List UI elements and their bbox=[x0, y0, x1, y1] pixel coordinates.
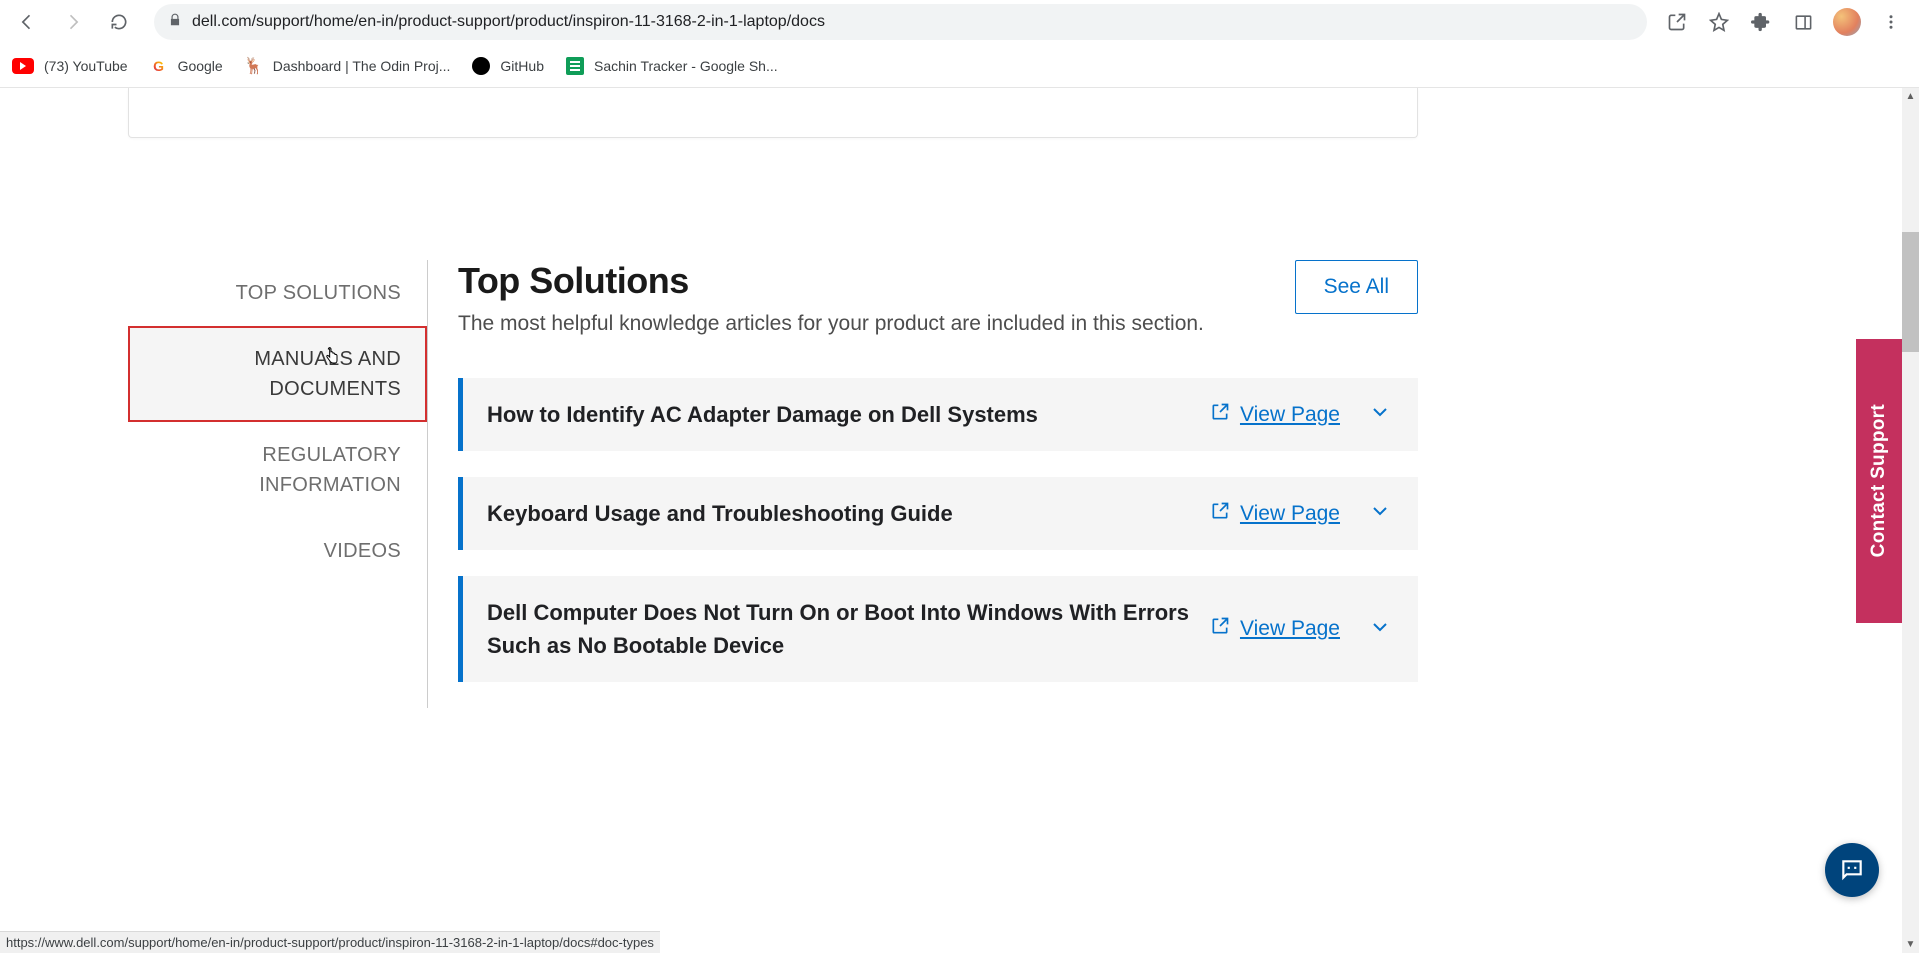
solution-title: How to Identify AC Adapter Damage on Del… bbox=[487, 398, 1210, 431]
sidepanel-icon[interactable] bbox=[1791, 10, 1815, 34]
view-page-link[interactable]: View Page bbox=[1210, 501, 1340, 527]
address-bar[interactable]: dell.com/support/home/en-in/product-supp… bbox=[154, 4, 1647, 40]
view-page-label: View Page bbox=[1240, 403, 1340, 427]
bookmark-odin[interactable]: 🦌 Dashboard | The Odin Proj... bbox=[245, 57, 451, 75]
solution-title: Dell Computer Does Not Turn On or Boot I… bbox=[487, 596, 1210, 662]
browser-toolbar: dell.com/support/home/en-in/product-supp… bbox=[0, 0, 1919, 44]
youtube-icon bbox=[12, 58, 34, 74]
kebab-menu-icon[interactable] bbox=[1879, 10, 1903, 34]
solution-item: Dell Computer Does Not Turn On or Boot I… bbox=[458, 576, 1418, 682]
bookmarks-bar: (73) YouTube G Google 🦌 Dashboard | The … bbox=[0, 44, 1919, 88]
sidebar-item-regulatory[interactable]: REGULATORY INFORMATION bbox=[128, 422, 427, 518]
solutions-list: How to Identify AC Adapter Damage on Del… bbox=[458, 378, 1418, 682]
bookmark-label: Dashboard | The Odin Proj... bbox=[273, 58, 451, 74]
sidebar-item-top-solutions[interactable]: TOP SOLUTIONS bbox=[128, 260, 427, 326]
chevron-down-icon[interactable] bbox=[1368, 615, 1392, 644]
bookmark-label: (73) YouTube bbox=[44, 58, 128, 74]
reload-button[interactable] bbox=[102, 5, 136, 39]
google-icon: G bbox=[150, 57, 168, 75]
sidebar-item-videos[interactable]: VIDEOS bbox=[128, 518, 427, 584]
extensions-icon[interactable] bbox=[1749, 10, 1773, 34]
github-icon bbox=[472, 57, 490, 75]
view-page-label: View Page bbox=[1240, 502, 1340, 526]
bookmark-label: Sachin Tracker - Google Sh... bbox=[594, 58, 778, 74]
solution-title: Keyboard Usage and Troubleshooting Guide bbox=[487, 497, 1210, 530]
chat-icon bbox=[1839, 857, 1865, 883]
chevron-down-icon[interactable] bbox=[1368, 499, 1392, 528]
view-page-link[interactable]: View Page bbox=[1210, 402, 1340, 428]
solution-item: Keyboard Usage and Troubleshooting Guide… bbox=[458, 477, 1418, 550]
bookmark-github[interactable]: GitHub bbox=[472, 57, 544, 75]
toolbar-icons bbox=[1665, 8, 1909, 36]
see-all-button[interactable]: See All bbox=[1295, 260, 1418, 314]
content-container: TOP SOLUTIONS MANUALS AND DOCUMENTS REGU… bbox=[128, 260, 1418, 708]
view-page-link[interactable]: View Page bbox=[1210, 616, 1340, 642]
view-page-label: View Page bbox=[1240, 617, 1340, 641]
external-link-icon bbox=[1210, 616, 1230, 642]
scroll-up-arrow[interactable]: ▲ bbox=[1902, 88, 1919, 105]
back-button[interactable] bbox=[10, 5, 44, 39]
bookmark-sheets[interactable]: Sachin Tracker - Google Sh... bbox=[566, 57, 778, 75]
sheets-icon bbox=[566, 57, 584, 75]
scroll-down-arrow[interactable]: ▼ bbox=[1902, 936, 1919, 953]
bookmark-google[interactable]: G Google bbox=[150, 57, 223, 75]
external-link-icon bbox=[1210, 501, 1230, 527]
page-title: Top Solutions bbox=[458, 260, 1204, 302]
bookmark-youtube[interactable]: (73) YouTube bbox=[12, 58, 128, 74]
share-icon[interactable] bbox=[1665, 10, 1689, 34]
main-column: Top Solutions The most helpful knowledge… bbox=[428, 260, 1418, 708]
page-subtitle: The most helpful knowledge articles for … bbox=[458, 312, 1204, 336]
side-nav: TOP SOLUTIONS MANUALS AND DOCUMENTS REGU… bbox=[128, 260, 428, 708]
star-icon[interactable] bbox=[1707, 10, 1731, 34]
contact-support-tab[interactable]: Contact Support bbox=[1856, 339, 1902, 623]
sidebar-item-manuals-documents[interactable]: MANUALS AND DOCUMENTS bbox=[128, 326, 427, 422]
title-row: Top Solutions The most helpful knowledge… bbox=[458, 260, 1418, 336]
url-text: dell.com/support/home/en-in/product-supp… bbox=[192, 13, 825, 31]
profile-avatar[interactable] bbox=[1833, 8, 1861, 36]
bookmark-label: Google bbox=[178, 58, 223, 74]
top-card-edge bbox=[128, 88, 1418, 138]
scrollbar-thumb[interactable] bbox=[1902, 232, 1919, 352]
chat-fab[interactable] bbox=[1825, 843, 1879, 897]
sidebar-item-label: MANUALS AND DOCUMENTS bbox=[254, 348, 401, 400]
forward-button[interactable] bbox=[56, 5, 90, 39]
solution-item: How to Identify AC Adapter Damage on Del… bbox=[458, 378, 1418, 451]
chevron-down-icon[interactable] bbox=[1368, 400, 1392, 429]
odin-icon: 🦌 bbox=[245, 57, 263, 75]
lock-icon bbox=[168, 13, 182, 32]
status-bar: https://www.dell.com/support/home/en-in/… bbox=[0, 931, 660, 953]
external-link-icon bbox=[1210, 402, 1230, 428]
page-viewport: TOP SOLUTIONS MANUALS AND DOCUMENTS REGU… bbox=[0, 88, 1919, 953]
scrollbar-track[interactable] bbox=[1902, 88, 1919, 953]
contact-support-label: Contact Support bbox=[1868, 404, 1890, 557]
bookmark-label: GitHub bbox=[500, 58, 544, 74]
